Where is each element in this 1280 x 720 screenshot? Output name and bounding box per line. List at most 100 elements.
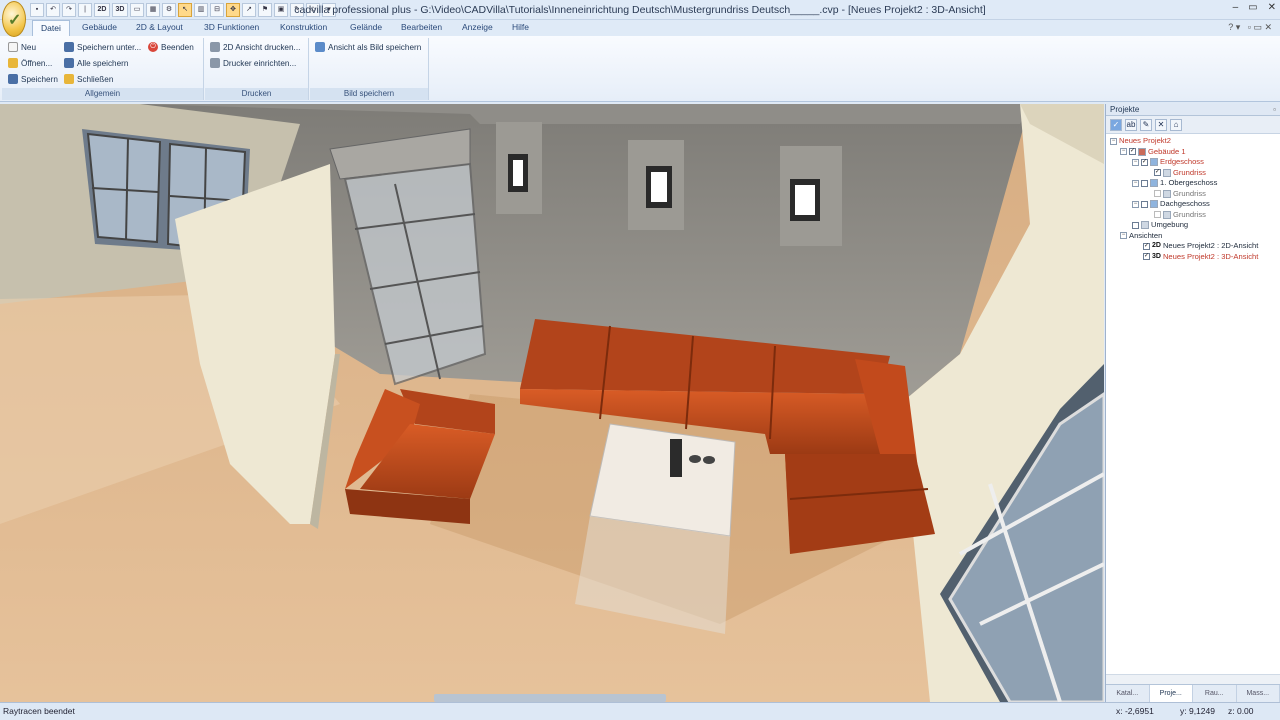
collapse-icon[interactable]: − [1110, 137, 1117, 145]
tab-masse[interactable]: Mass... [1237, 685, 1280, 702]
brush-icon[interactable]: ✎ [290, 3, 304, 17]
open-folder-icon [8, 58, 18, 68]
tab-3d-funktionen[interactable]: 3D Funktionen [204, 22, 259, 32]
delete-icon[interactable]: ✕ [1155, 119, 1167, 131]
tab-anzeige[interactable]: Anzeige [462, 22, 493, 32]
group-drucken: 2D Ansicht drucken... Drucker einrichten… [205, 38, 309, 100]
tab-gebaeude[interactable]: Gebäude [82, 22, 117, 32]
image-icon[interactable]: ▣ [274, 3, 288, 17]
app-logo[interactable]: ✓ [2, 1, 26, 37]
tab-raum[interactable]: Rau... [1193, 685, 1237, 702]
view-3d-button[interactable]: 3D [112, 3, 128, 17]
redo-icon[interactable]: ↷ [62, 3, 76, 17]
grid-toggle-icon[interactable]: ▥ [194, 3, 208, 17]
checkbox-grundriss-1[interactable]: ✓ [1154, 169, 1161, 177]
ansicht-als-bild-label: Ansicht als Bild speichern [328, 42, 422, 52]
ansicht-drucken-button[interactable]: 2D Ansicht drucken... [210, 42, 300, 52]
pointer-tool-icon[interactable]: ↖ [178, 3, 192, 17]
check-icon[interactable]: ✓ [1110, 119, 1122, 131]
close-button[interactable]: ✕ [1268, 2, 1276, 13]
panel-header: Projekte ▫ [1106, 104, 1280, 116]
tree-item-obergeschoss[interactable]: − 1. Obergeschoss [1110, 178, 1276, 189]
checkbox-obergeschoss[interactable] [1141, 179, 1148, 187]
view-2d-button[interactable]: 2D [94, 3, 110, 17]
save-all-icon [64, 58, 74, 68]
tree-item-view-2d[interactable]: ✓ 2D Neues Projekt2 : 2D-Ansicht [1110, 241, 1276, 252]
collapse-icon[interactable]: − [1132, 158, 1139, 166]
tab-2d-layout[interactable]: 2D & Layout [136, 22, 183, 32]
tree-item-umgebung[interactable]: Umgebung [1110, 220, 1276, 231]
3d-viewport[interactable] [0, 104, 1104, 702]
drucker-einrichten-button[interactable]: Drucker einrichten... [210, 58, 296, 68]
tree-item-gebaeude[interactable]: − ✓ Gebäude 1 [1110, 147, 1276, 158]
house-icon[interactable]: ⌂ [1170, 119, 1182, 131]
shape-icon[interactable]: ◇ [306, 3, 320, 17]
tree-item-ansichten[interactable]: − Ansichten [1110, 231, 1276, 242]
checkbox-dachgeschoss[interactable] [1141, 200, 1148, 208]
tree-item-grundriss-1[interactable]: ✓ Grundriss [1110, 168, 1276, 179]
checkbox-view-3d[interactable]: ✓ [1143, 253, 1150, 261]
oeffnen-button[interactable]: Öffnen... [8, 58, 52, 68]
close-folder-icon [64, 74, 74, 84]
tree-label-erdgeschoss: Erdgeschoss [1160, 157, 1204, 166]
coord-z: z: 0.00 [1228, 706, 1254, 716]
schliessen-button[interactable]: Schließen [64, 74, 113, 84]
tree-item-projekt[interactable]: − Neues Projekt2 [1110, 136, 1276, 147]
window-icon[interactable]: ▭ [130, 3, 144, 17]
save-quick-icon[interactable]: ▪ [30, 3, 44, 17]
group-bild-speichern: Ansicht als Bild speichern Bild speicher… [310, 38, 429, 100]
minimize-button[interactable]: – [1233, 2, 1239, 13]
tab-bearbeiten[interactable]: Bearbeiten [401, 22, 442, 32]
dropdown-icon[interactable]: ▾ [322, 3, 336, 17]
checkbox-erdgeschoss[interactable]: ✓ [1141, 158, 1148, 166]
alle-speichern-button[interactable]: Alle speichern [64, 58, 128, 68]
panel-title: Projekte [1110, 105, 1140, 114]
new-file-icon [8, 42, 18, 52]
tab-katalog[interactable]: Katal... [1106, 685, 1150, 702]
checkbox-grundriss-2[interactable] [1154, 190, 1161, 198]
speichern-button[interactable]: Speichern [8, 74, 58, 84]
group-drucken-label: Drucken [205, 88, 308, 100]
checkbox-gebaeude[interactable]: ✓ [1129, 148, 1136, 156]
tab-projekte[interactable]: Proje... [1149, 685, 1193, 702]
tab-gelaende[interactable]: Gelände [350, 22, 382, 32]
checkbox-view-2d[interactable]: ✓ [1143, 242, 1150, 250]
select-icon[interactable]: ↗ [242, 3, 256, 17]
edit-icon[interactable]: ✎ [1140, 119, 1152, 131]
save-icon [8, 74, 18, 84]
tree-item-erdgeschoss[interactable]: − ✓ Erdgeschoss [1110, 157, 1276, 168]
panel-horizontal-scrollbar[interactable] [1106, 674, 1280, 684]
ribbon-tabs: Datei Gebäude 2D & Layout 3D Funktionen … [0, 20, 1280, 36]
rename-icon[interactable]: ab [1125, 119, 1137, 131]
coord-x: x: -2,6951 [1116, 706, 1154, 716]
tree-label-grundriss-3: Grundriss [1173, 209, 1206, 219]
undo-icon[interactable]: ↶ [46, 3, 60, 17]
tab-konstruktion[interactable]: Konstruktion [280, 22, 327, 32]
tree-item-grundriss-3[interactable]: Grundriss [1110, 210, 1276, 221]
viewport-scroll-handle[interactable] [434, 694, 666, 702]
restore-button[interactable]: ▭ [1248, 2, 1257, 13]
speichern-unter-button[interactable]: Speichern unter... [64, 42, 141, 52]
floor-icon [1150, 200, 1158, 209]
collapse-icon[interactable]: − [1120, 232, 1127, 240]
tree-item-grundriss-2[interactable]: Grundriss [1110, 189, 1276, 200]
pin-icon[interactable]: ▫ [1273, 104, 1276, 116]
help-icon[interactable]: ? ▾ ▫ ▭ ✕ [1228, 22, 1272, 33]
tree-item-dachgeschoss[interactable]: − Dachgeschoss [1110, 199, 1276, 210]
beenden-button[interactable]: ⏻ Beenden [148, 42, 194, 52]
tab-hilfe[interactable]: Hilfe [512, 22, 529, 32]
checkbox-grundriss-3[interactable] [1154, 211, 1161, 219]
flag-icon[interactable]: ⚑ [258, 3, 272, 17]
collapse-icon[interactable]: − [1132, 179, 1139, 187]
ruler-icon[interactable]: ⊟ [210, 3, 224, 17]
grid-icon[interactable]: ▦ [146, 3, 160, 17]
ansicht-als-bild-button[interactable]: Ansicht als Bild speichern [315, 42, 421, 52]
neu-button[interactable]: Neu [8, 42, 36, 52]
move-icon[interactable]: ✥ [226, 3, 240, 17]
tab-datei[interactable]: Datei [32, 20, 70, 36]
settings-icon[interactable]: ⚙ [162, 3, 176, 17]
checkbox-umgebung[interactable] [1132, 221, 1139, 229]
collapse-icon[interactable]: − [1132, 200, 1139, 208]
collapse-icon[interactable]: − [1120, 148, 1127, 156]
tree-item-view-3d[interactable]: ✓ 3D Neues Projekt2 : 3D-Ansicht [1110, 252, 1276, 263]
